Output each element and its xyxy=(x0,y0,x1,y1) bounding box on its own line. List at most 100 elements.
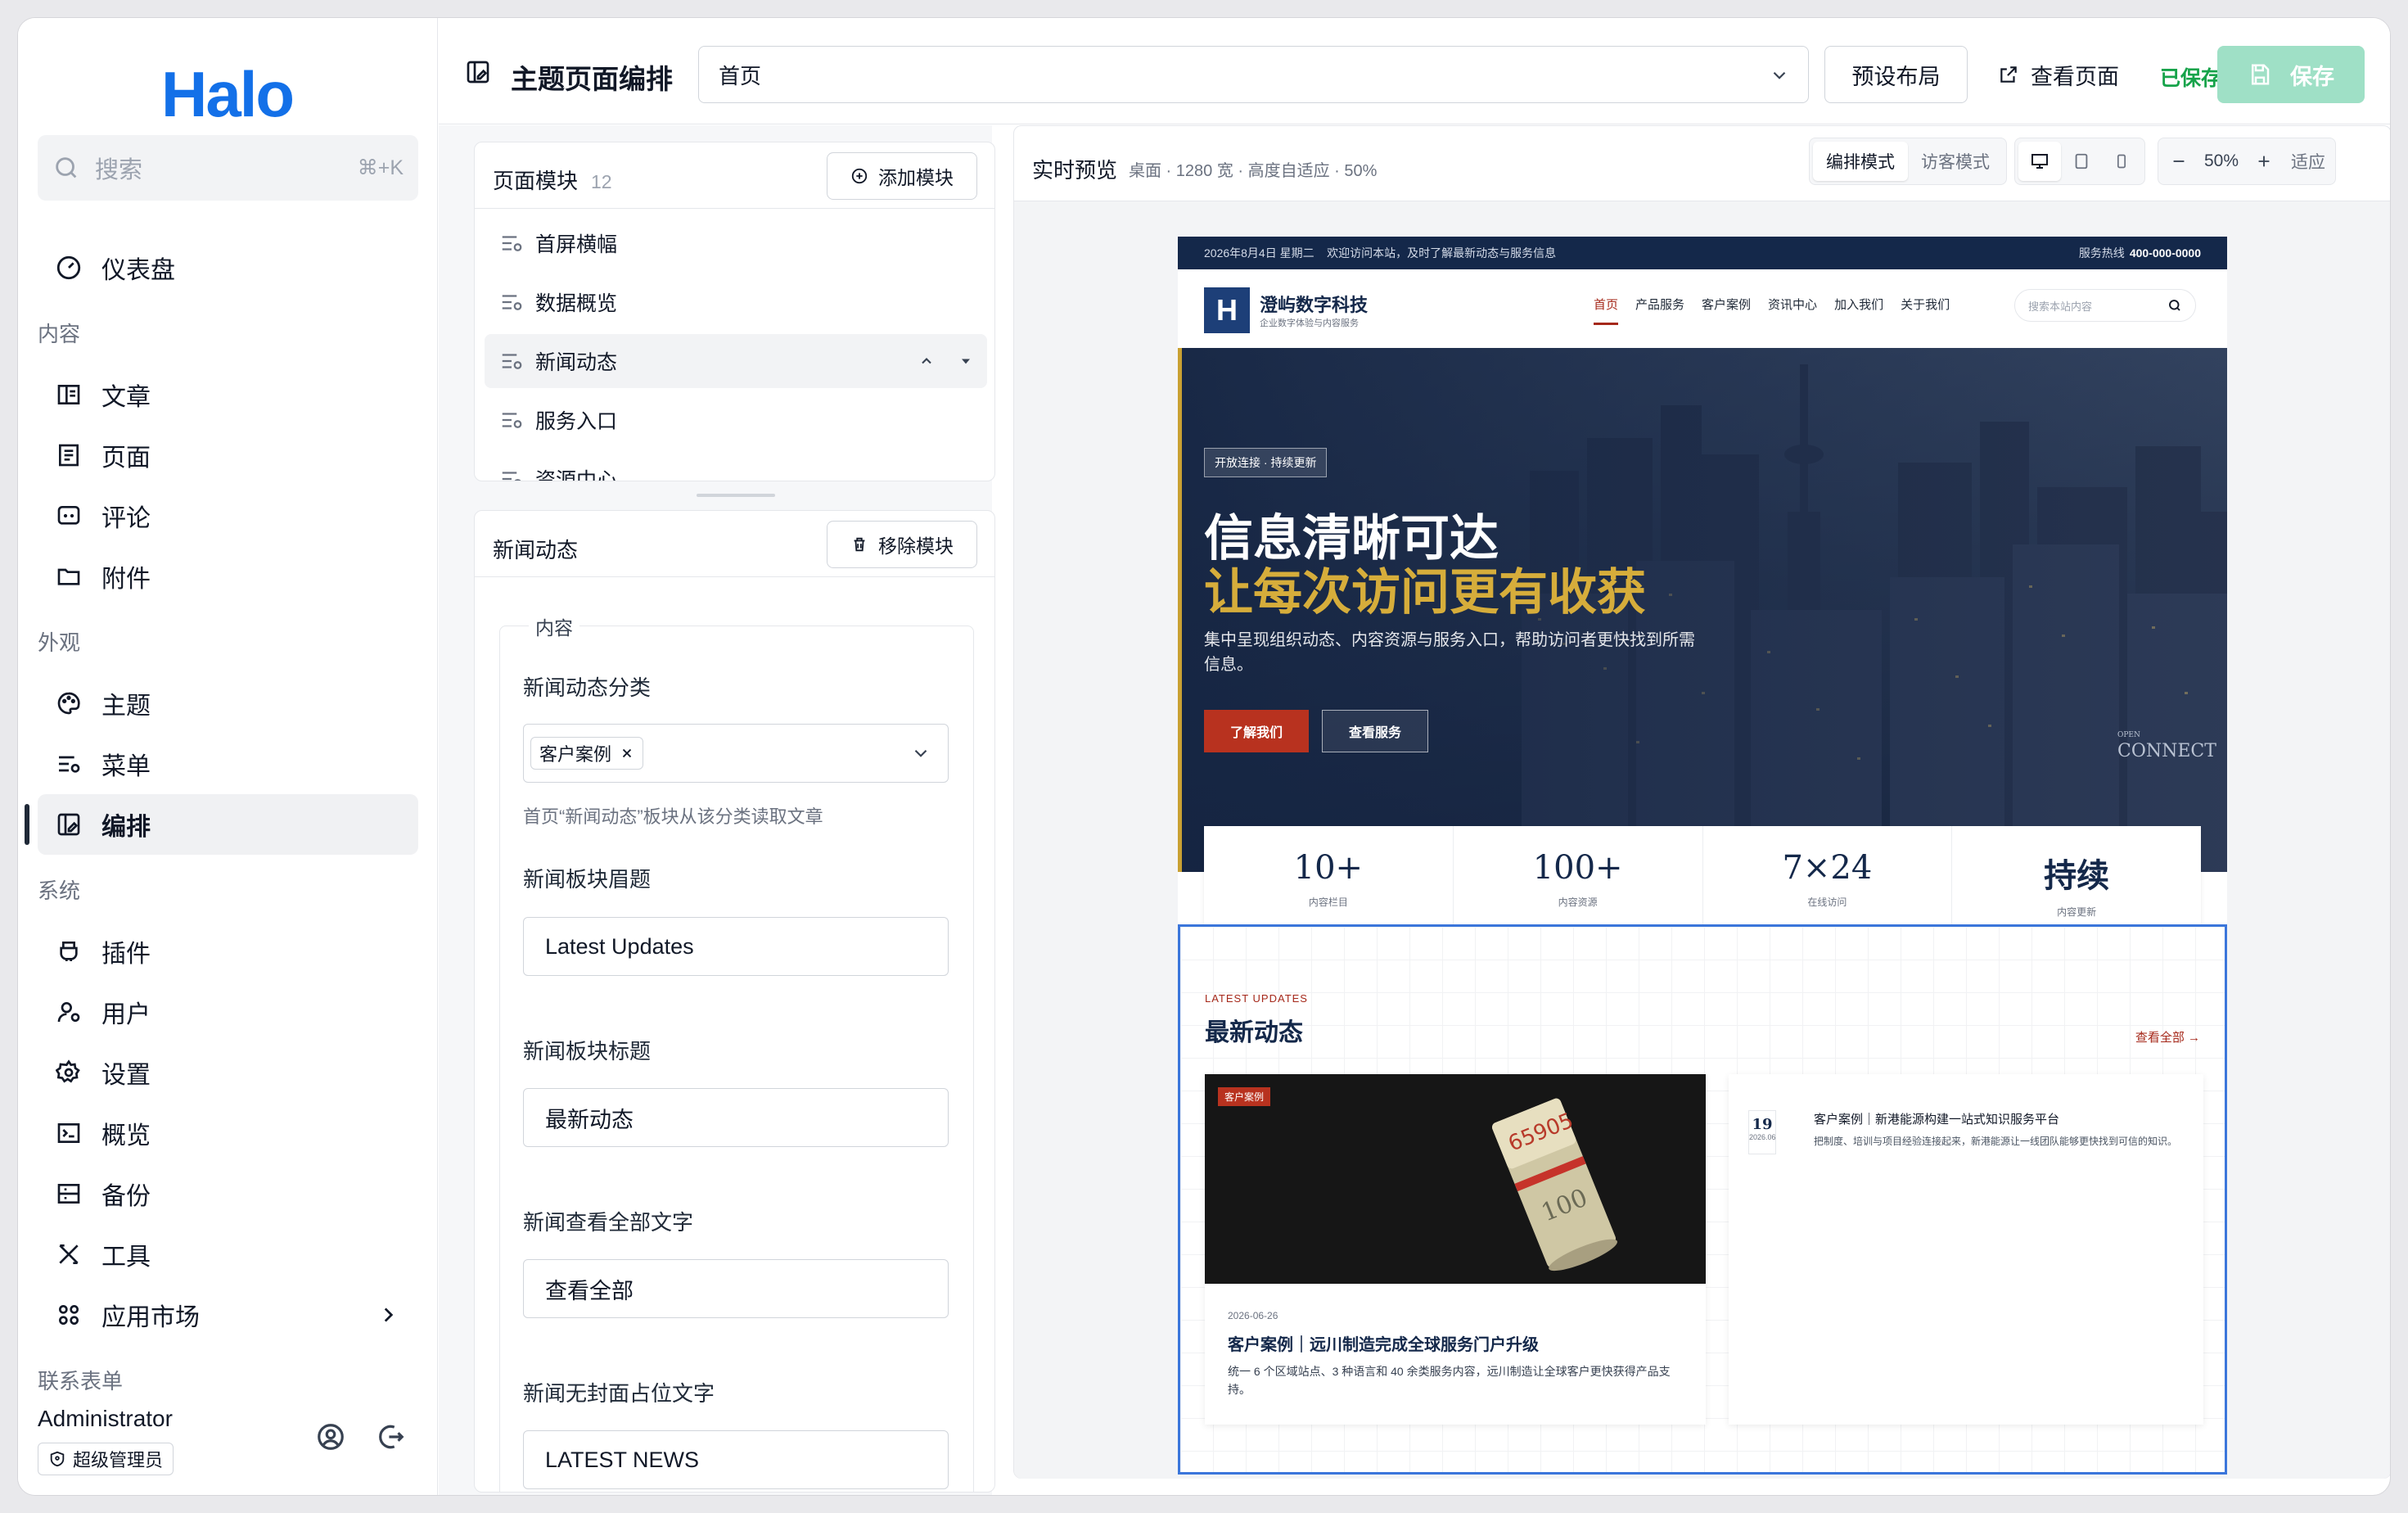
placeholder-input[interactable]: LATEST NEWS xyxy=(523,1430,949,1489)
site-preview: 2026年8月4日 星期二 欢迎访问本站，及时了解最新动态与服务信息 服务热线 4… xyxy=(1178,237,2227,1475)
sidebar-item-backup[interactable]: 备份 xyxy=(38,1163,418,1224)
view-page-button[interactable]: 查看页面 xyxy=(1998,46,2119,103)
save-button[interactable]: 保存 xyxy=(2217,46,2365,103)
plus-circle-icon xyxy=(850,167,868,185)
module-item[interactable]: 数据概览 xyxy=(485,275,987,329)
sidebar-item-settings[interactable]: 设置 xyxy=(38,1042,418,1103)
zoom-level: 50% xyxy=(2204,151,2239,170)
zoom-in-icon[interactable] xyxy=(2247,142,2281,181)
news-view-all-link[interactable]: 查看全部 → xyxy=(2135,1028,2200,1046)
sidebar-item-menus[interactable]: 菜单 xyxy=(38,734,418,794)
zoom-out-icon[interactable] xyxy=(2162,142,2196,181)
news-side-title: 客户案例｜新港能源构建一站式知识服务平台 xyxy=(1814,1112,2060,1127)
sidebar: Halo 搜索 ⌘+K 仪表盘 内容 文章 页面 评论 附件 外观 主题 菜单 … xyxy=(18,18,438,1495)
sidebar-item-layout[interactable]: 编排 xyxy=(38,794,418,855)
module-settings-icon xyxy=(499,467,524,481)
stat-item: 10+ 内容栏目 xyxy=(1204,826,1454,933)
module-settings-icon xyxy=(499,349,524,373)
site-menu-item[interactable]: 首页 xyxy=(1594,296,1619,325)
sidebar-item-label: 概览 xyxy=(101,1122,151,1149)
folder-icon xyxy=(52,560,85,593)
backup-icon xyxy=(52,1177,85,1210)
desktop-icon[interactable] xyxy=(2018,142,2061,181)
edit-mode-button[interactable]: 编排模式 xyxy=(1813,142,1908,181)
sidebar-item-users[interactable]: 用户 xyxy=(38,982,418,1042)
site-menu-item[interactable]: 产品服务 xyxy=(1635,296,1684,325)
book-icon xyxy=(52,378,85,411)
section-title-input[interactable]: 最新动态 xyxy=(523,1088,949,1147)
sidebar-item-themes[interactable]: 主题 xyxy=(38,673,418,734)
sidebar-item-label: 评论 xyxy=(101,505,151,532)
plug-icon xyxy=(52,935,85,968)
site-menu-item[interactable]: 关于我们 xyxy=(1901,296,1950,325)
caret-down-icon[interactable] xyxy=(958,353,974,369)
sidebar-item-plugins[interactable]: 插件 xyxy=(38,921,418,982)
profile-icon[interactable] xyxy=(315,1421,346,1452)
preset-layout-button[interactable]: 预设布局 xyxy=(1824,46,1968,103)
logout-icon[interactable] xyxy=(375,1421,406,1452)
save-icon xyxy=(2248,62,2272,87)
tablet-icon[interactable] xyxy=(2061,142,2102,181)
site-menu-item[interactable]: 客户案例 xyxy=(1702,296,1751,325)
sidebar-item-overview[interactable]: 概览 xyxy=(38,1103,418,1163)
sidebar-item-label: 工具 xyxy=(101,1244,151,1271)
about-button[interactable]: 了解我们 xyxy=(1204,710,1309,752)
sidebar-item-label: 用户 xyxy=(101,1001,151,1028)
site-menu-item[interactable]: 加入我们 xyxy=(1834,296,1883,325)
site-logo[interactable]: H xyxy=(1204,287,1250,333)
sidebar-item-label: 页面 xyxy=(101,445,151,472)
save-label: 保存 xyxy=(2290,64,2334,89)
module-item[interactable]: 资源中心 xyxy=(485,452,987,481)
shield-icon xyxy=(48,1450,66,1468)
eyebrow-input[interactable]: Latest Updates xyxy=(523,917,949,976)
sidebar-item-dashboard[interactable]: 仪表盘 xyxy=(38,237,418,298)
module-item-selected[interactable]: 新闻动态 xyxy=(485,334,987,388)
sidebar-item-posts[interactable]: 文章 xyxy=(38,364,418,425)
page-select[interactable]: 首页 xyxy=(698,46,1809,103)
news-card-excerpt: 统一 6 个区域站点、3 种语言和 40 余类服务内容，远川制造让全球客户更快获… xyxy=(1228,1365,1671,1396)
hero-pill: 开放连接 · 持续更新 xyxy=(1204,448,1328,477)
search-box[interactable]: 搜索 ⌘+K xyxy=(38,135,418,201)
halo-logo[interactable]: Halo xyxy=(161,57,295,132)
view-all-input[interactable]: 查看全部 xyxy=(523,1259,949,1318)
stat-label: 内容更新 xyxy=(2057,906,2097,918)
modules-card: 页面模块 12 添加模块 首屏横幅 数据概览 新闻动态 服务入口 资源中心 xyxy=(474,142,995,481)
sidebar-item-app-market[interactable]: 应用市场 xyxy=(38,1285,418,1345)
modules-header: 页面模块 12 xyxy=(493,165,612,195)
site-menu-item[interactable]: 资讯中心 xyxy=(1768,296,1817,325)
site-search[interactable]: 搜索本站内容 xyxy=(2014,289,2196,322)
news-section-selected[interactable]: LATEST UPDATES 最新动态 查看全部 → 65905 100 客户案… xyxy=(1178,924,2227,1475)
fieldset-legend: 内容 xyxy=(529,612,579,640)
visitor-mode-button[interactable]: 访客模式 xyxy=(1908,142,2003,181)
trash-icon xyxy=(850,535,868,553)
tools-icon xyxy=(52,1238,85,1271)
module-item[interactable]: 服务入口 xyxy=(485,393,987,447)
fit-button[interactable]: 适应 xyxy=(2284,142,2332,181)
sidebar-item-attachments[interactable]: 附件 xyxy=(38,546,418,607)
services-button[interactable]: 查看服务 xyxy=(1322,710,1428,752)
news-card-side[interactable]: 19 2026.06 客户案例｜新港能源构建一站式知识服务平台 把制度、培训与项… xyxy=(1729,1074,2203,1425)
move-up-icon[interactable] xyxy=(918,353,935,369)
preview-panel: 实时预览 桌面 · 1280 宽 · 高度自适应 · 50% 编排模式 访客模式… xyxy=(1013,125,2390,1479)
sidebar-item-comments[interactable]: 评论 xyxy=(38,486,418,546)
stat-label: 内容栏目 xyxy=(1308,897,1348,908)
news-card-featured[interactable]: 65905 100 客户案例 2026-06-26 客户案例｜远川制造完成全球服… xyxy=(1205,1074,1706,1425)
sidebar-item-label: 主题 xyxy=(101,693,151,720)
mobile-icon[interactable] xyxy=(2102,142,2141,181)
sidebar-item-label: 设置 xyxy=(101,1062,151,1089)
news-date-box: 19 2026.06 xyxy=(1748,1110,1776,1154)
category-select[interactable]: 客户案例 xyxy=(523,724,949,783)
sidebar-item-tools[interactable]: 工具 xyxy=(38,1224,418,1285)
module-item[interactable]: 首屏横幅 xyxy=(485,216,987,270)
external-link-icon xyxy=(1998,64,2019,85)
sign-text: CONNECT xyxy=(2117,741,2216,761)
sidebar-item-label: 编排 xyxy=(101,814,151,841)
layout-edit-icon xyxy=(465,59,491,85)
remove-module-button[interactable]: 移除模块 xyxy=(827,521,977,568)
zoom-control: 50% 适应 xyxy=(2158,138,2337,185)
menu-settings-icon xyxy=(52,747,85,780)
sidebar-item-pages[interactable]: 页面 xyxy=(38,425,418,486)
add-module-button[interactable]: 添加模块 xyxy=(827,152,977,200)
close-icon[interactable] xyxy=(620,746,634,761)
resize-handle[interactable] xyxy=(697,494,775,497)
